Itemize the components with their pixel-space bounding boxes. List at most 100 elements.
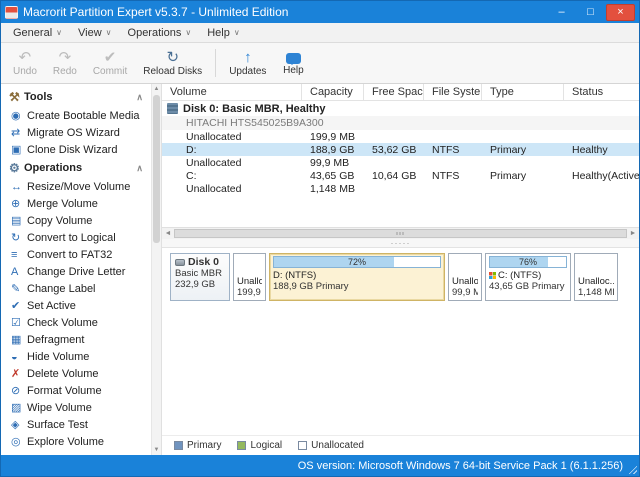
app-icon xyxy=(5,6,18,19)
sidebar-item-change-label[interactable]: ✎ Change Label xyxy=(1,280,151,297)
sidebar-item-convert-to-logical[interactable]: ↻ Convert to Logical xyxy=(1,229,151,246)
menu-operations[interactable]: Operations ∨ xyxy=(120,23,200,42)
sidebar-item-label: Change Label xyxy=(27,283,96,295)
partition-block-unallocated-2[interactable]: Unalloc... 99,9 MB xyxy=(448,253,482,301)
sidebar-item-convert-to-fat32[interactable]: ≡ Convert to FAT32 xyxy=(1,246,151,263)
sidebar-item-explore-volume[interactable]: ◎ Explore Volume xyxy=(1,433,151,450)
chevron-up-icon[interactable]: ∧ xyxy=(136,92,143,103)
disk-map-panel: Disk 0 Basic MBR 232,9 GB Unalloc... 199… xyxy=(162,248,639,306)
toolbar-separator xyxy=(215,49,216,77)
sidebar-item-format-volume[interactable]: ⊘ Format Volume xyxy=(1,382,151,399)
chevron-up-icon[interactable]: ∧ xyxy=(136,163,143,174)
column-file-system[interactable]: File System xyxy=(424,84,482,100)
table-row-c[interactable]: C: 43,65 GB 10,64 GB NTFS Primary Health… xyxy=(162,169,639,182)
resize-grip-icon[interactable] xyxy=(626,463,637,474)
chevron-down-icon: ∨ xyxy=(234,28,240,37)
sidebar-item-resize-move-volume[interactable]: ↔ Resize/Move Volume xyxy=(1,178,151,195)
chevron-down-icon: ∨ xyxy=(106,28,112,37)
splitter-handle[interactable] xyxy=(162,239,639,248)
logical-swatch xyxy=(237,441,246,450)
sidebar-item-label: Surface Test xyxy=(27,419,88,431)
cell-fs: NTFS xyxy=(424,170,482,182)
explore-volume-icon: ◎ xyxy=(11,435,27,448)
drive-letter-icon: A xyxy=(11,266,27,278)
check-volume-icon: ☑ xyxy=(11,316,27,329)
sidebar-item-wipe-volume[interactable]: ▨ Wipe Volume xyxy=(1,399,151,416)
menu-general[interactable]: General ∨ xyxy=(5,23,70,42)
disk-group-row[interactable]: Disk 0: Basic MBR, Healthy xyxy=(162,101,639,116)
table-row-unallocated-1[interactable]: Unallocated 199,9 MB xyxy=(162,130,639,143)
sidebar-scrollbar[interactable]: ▲ ▼ xyxy=(151,84,161,455)
sidebar-item-label: Hide Volume xyxy=(27,351,89,363)
table-row-unallocated-2[interactable]: Unallocated 99,9 MB xyxy=(162,156,639,169)
column-type[interactable]: Type xyxy=(482,84,564,100)
column-capacity[interactable]: Capacity xyxy=(302,84,364,100)
column-volume[interactable]: Volume xyxy=(162,84,302,100)
partition-block-unallocated-3[interactable]: Unalloc... 1,148 MB xyxy=(574,253,618,301)
undo-icon: ↶ xyxy=(19,50,32,65)
disk-info-block[interactable]: Disk 0 Basic MBR 232,9 GB xyxy=(170,253,230,301)
defragment-icon: ▦ xyxy=(11,333,27,346)
scroll-left-icon[interactable]: ◄ xyxy=(162,230,174,237)
wipe-volume-icon: ▨ xyxy=(11,401,27,414)
sidebar-item-copy-volume[interactable]: ▤ Copy Volume xyxy=(1,212,151,229)
horizontal-scrollbar[interactable]: ◄ ► xyxy=(162,227,639,239)
partition-block-c[interactable]: 76% C: (NTFS) 43,65 GB Primary xyxy=(485,253,571,301)
cell-free: 10,64 GB xyxy=(364,170,424,182)
cell-type: Primary xyxy=(482,144,564,156)
table-row-d[interactable]: D: 188,9 GB 53,62 GB NTFS Primary Health… xyxy=(162,143,639,156)
sidebar-item-migrate-os-wizard[interactable]: ⇄ Migrate OS Wizard xyxy=(1,124,151,141)
sidebar-item-create-bootable-media[interactable]: ◉ Create Bootable Media xyxy=(1,107,151,124)
scroll-down-icon[interactable]: ▼ xyxy=(152,445,161,455)
section-header-operations[interactable]: ⚙ Operations ∧ xyxy=(1,158,151,178)
redo-button[interactable]: ↷ Redo xyxy=(45,43,85,83)
sidebar-item-label: Clone Disk Wizard xyxy=(27,144,117,156)
title-bar[interactable]: Macrorit Partition Expert v5.3.7 - Unlim… xyxy=(1,1,639,23)
close-button[interactable]: × xyxy=(606,4,635,21)
sidebar-item-delete-volume[interactable]: ✗ Delete Volume xyxy=(1,365,151,382)
hard-disk-icon xyxy=(175,259,185,266)
sidebar-item-hide-volume[interactable]: ◒ Hide Volume xyxy=(1,348,151,365)
partition-block-unallocated-1[interactable]: Unalloc... 199,9 MB xyxy=(233,253,266,301)
section-header-tools[interactable]: ⚒ Tools ∧ xyxy=(1,87,151,107)
disk-name: Disk 0 xyxy=(188,256,219,268)
minimize-button[interactable]: – xyxy=(548,4,575,21)
partition-block-d[interactable]: 72% D: (NTFS) 188,9 GB Primary xyxy=(269,253,445,301)
help-button[interactable]: Help xyxy=(274,43,312,83)
sidebar-item-surface-test[interactable]: ◈ Surface Test xyxy=(1,416,151,433)
disk-model-row: HITACHI HTS545025B9A300 xyxy=(162,116,639,130)
chevron-down-icon: ∨ xyxy=(56,28,62,37)
table-row-unallocated-3[interactable]: Unallocated 1,148 MB xyxy=(162,182,639,195)
sidebar-item-defragment[interactable]: ▦ Defragment xyxy=(1,331,151,348)
sidebar-item-label: Change Drive Letter xyxy=(27,266,125,278)
column-status[interactable]: Status xyxy=(564,84,639,100)
migrate-os-icon: ⇄ xyxy=(11,126,27,139)
merge-icon: ⊕ xyxy=(11,197,27,210)
sidebar-item-clone-disk-wizard[interactable]: ▣ Clone Disk Wizard xyxy=(1,141,151,158)
updates-button[interactable]: ↑ Updates xyxy=(221,43,274,83)
primary-swatch xyxy=(174,441,183,450)
section-title: Tools xyxy=(24,91,53,103)
scrollbar-thumb[interactable] xyxy=(153,95,160,243)
scroll-up-icon[interactable]: ▲ xyxy=(152,84,161,94)
sidebar-item-label: Convert to FAT32 xyxy=(27,249,112,261)
format-volume-icon: ⊘ xyxy=(11,384,27,397)
reload-disks-button[interactable]: ↻ Reload Disks xyxy=(135,43,210,83)
scroll-right-icon[interactable]: ► xyxy=(627,230,639,237)
redo-icon: ↷ xyxy=(59,50,72,65)
column-free-space[interactable]: Free Space xyxy=(364,84,424,100)
sidebar-item-change-drive-letter[interactable]: A Change Drive Letter xyxy=(1,263,151,280)
usage-bar: 76% xyxy=(489,256,567,268)
sidebar-item-set-active[interactable]: ✔ Set Active xyxy=(1,297,151,314)
usage-bar: 72% xyxy=(273,256,441,268)
menu-view[interactable]: View ∨ xyxy=(70,23,120,42)
menu-help[interactable]: Help ∨ xyxy=(199,23,247,42)
undo-button[interactable]: ↶ Undo xyxy=(5,43,45,83)
commit-button[interactable]: ✔ Commit xyxy=(85,43,135,83)
surface-test-icon: ◈ xyxy=(11,418,27,431)
sidebar-item-merge-volume[interactable]: ⊕ Merge Volume xyxy=(1,195,151,212)
set-active-icon: ✔ xyxy=(11,299,27,312)
maximize-button[interactable]: □ xyxy=(577,4,604,21)
sidebar-item-check-volume[interactable]: ☑ Check Volume xyxy=(1,314,151,331)
scrollbar-thumb[interactable] xyxy=(174,229,627,238)
